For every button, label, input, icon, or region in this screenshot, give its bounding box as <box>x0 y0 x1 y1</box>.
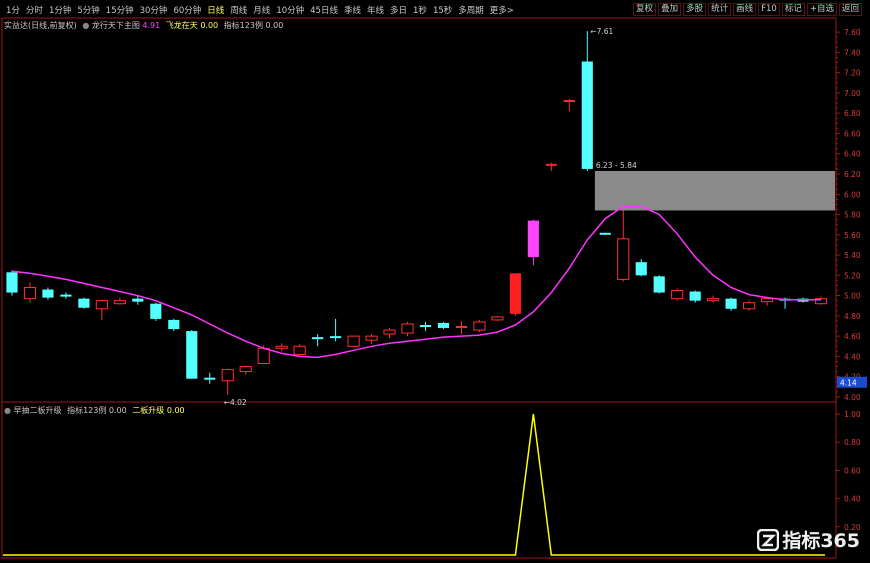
candle-body <box>473 321 486 331</box>
gray-zone-layer <box>594 170 835 211</box>
candle-body <box>132 298 144 302</box>
candle-body <box>527 220 539 258</box>
candle-body <box>761 298 774 303</box>
ma-layer <box>11 205 821 359</box>
sub-tick-label: 0.40 <box>844 495 861 504</box>
candle-body <box>6 272 18 293</box>
price-tick-label: 5.80 <box>844 211 861 220</box>
chart-frame <box>1 17 837 559</box>
grid-layer: 7.60 7.40 7.20 7.00 6.80 6.60 6.40 6.20 6.00 5.80… <box>1 17 867 559</box>
price-tick-label: 6.40 <box>844 150 861 159</box>
sub-tick-label: 0.80 <box>844 438 861 447</box>
chart-window: 1分 分时 1分钟 5分钟 15分钟 30分钟 60分钟 日线 周线 月线 10… <box>0 0 870 563</box>
annotation-layer: ←7.61 ←4.02 6.23 - 5.84 <box>224 27 637 407</box>
candle-body <box>383 329 396 335</box>
candle-body <box>275 345 288 349</box>
candle-body <box>635 262 647 276</box>
price-tick-label: 4.00 <box>844 393 861 402</box>
candle-body <box>347 335 360 347</box>
candle-body <box>150 303 162 319</box>
price-tick-label: 6.20 <box>844 170 861 179</box>
price-tick-label: 7.20 <box>844 69 861 78</box>
candle-body <box>42 289 54 298</box>
high-price-label: ←7.61 <box>590 27 613 36</box>
current-price-label: 4.14 <box>840 379 857 388</box>
candle-body <box>671 290 684 300</box>
sub-tick-label: 1.00 <box>844 410 861 419</box>
price-tick-label: 7.40 <box>844 48 861 57</box>
brand-logo-icon <box>757 528 780 551</box>
price-tick-label: 4.40 <box>844 352 861 361</box>
brand-text: 指标365 <box>782 530 860 552</box>
candle-body <box>743 302 756 310</box>
candle-body <box>437 322 450 329</box>
sub-tick-label: 0.60 <box>844 466 861 475</box>
brand-watermark: 指标365 <box>757 526 860 553</box>
candle-body <box>23 286 37 300</box>
candle-body <box>617 238 630 280</box>
price-tick-label: 4.80 <box>844 312 861 321</box>
candle-body <box>509 273 521 314</box>
price-tick-label: 4.60 <box>844 332 861 341</box>
price-tick-label: 6.00 <box>844 190 861 199</box>
price-tick-label: 7.00 <box>844 89 861 98</box>
sub-indicator-layer <box>3 413 825 556</box>
candle-body <box>113 300 126 305</box>
ma-line <box>11 205 821 359</box>
candle-body <box>725 298 737 309</box>
candle-body <box>689 291 701 301</box>
candle-body <box>186 331 198 379</box>
candle-body <box>257 347 270 364</box>
price-tick-label: 5.40 <box>844 251 861 260</box>
zone-label: 6.23 - 5.84 <box>596 161 637 170</box>
price-tick-label: 5.00 <box>844 292 861 301</box>
price-tick-label: 6.60 <box>844 129 861 138</box>
candle-body <box>239 366 252 373</box>
price-chart: 7.60 7.40 7.20 7.00 6.80 6.60 6.40 6.20 6.00 5.80… <box>1 17 867 559</box>
low-price-label: ←4.02 <box>224 398 247 407</box>
candle-body <box>78 298 90 308</box>
candle-body <box>60 294 72 297</box>
candle-body <box>95 300 108 310</box>
gray-zone <box>594 170 835 211</box>
candle-body <box>653 276 665 293</box>
price-tick-label: 5.20 <box>844 271 861 280</box>
candle-body <box>293 345 306 355</box>
candle-body <box>365 335 378 341</box>
candle-body <box>401 323 414 334</box>
candle-body <box>221 369 234 382</box>
candle-body <box>168 319 180 330</box>
sub-indicator-line <box>3 413 825 556</box>
price-tick-label: 5.60 <box>844 231 861 240</box>
candle-body <box>491 316 504 321</box>
price-tick-label: 7.60 <box>844 28 861 37</box>
candle-body <box>581 61 593 169</box>
price-tick-label: 6.80 <box>844 109 861 118</box>
candle-body <box>707 298 720 302</box>
